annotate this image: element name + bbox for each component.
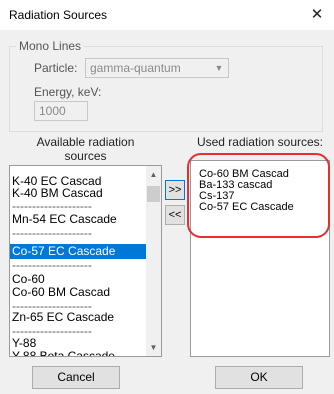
scroll-thumb[interactable] [147,186,160,202]
available-heading-line1: Available radiation [36,135,135,149]
mono-lines-legend: Mono Lines [16,39,85,53]
used-sources-list[interactable]: Co-60 BM Cascad Ba-133 cascad Cs-137 Co-… [190,160,330,357]
available-sources-heading: Available radiation sources [9,135,162,163]
particle-select[interactable]: gamma-quantum ▼ [85,58,229,78]
energy-field[interactable]: 1000 [34,101,88,121]
particle-label: Particle: [34,61,78,75]
list-item[interactable]: Zn-65 EC Cascade [12,310,142,325]
list-item[interactable]: Co-57 EC Cascade [199,202,294,213]
list-item[interactable]: Y-88 Beta Cascade [12,349,142,356]
energy-label: Energy, keV: [34,85,102,99]
scroll-down-icon[interactable]: ▼ [146,340,161,355]
ok-button[interactable]: OK [215,366,303,389]
remove-source-button[interactable]: << [165,205,185,225]
list-item[interactable]: Mn-54 EC Cascade [12,212,142,227]
window-title: Radiation Sources [9,8,108,22]
chevron-down-icon: ▼ [214,63,224,73]
particle-value: gamma-quantum [90,61,181,75]
used-sources-heading: Used radiation sources: [196,135,324,149]
list-separator: -------------------- [12,258,92,272]
vertical-scrollbar[interactable]: ▲ ▼ [146,166,161,356]
cancel-button[interactable]: Cancel [32,366,120,389]
list-separator: -------------------- [12,226,92,240]
add-source-button[interactable]: >> [165,180,185,200]
available-heading-line2: sources [64,149,107,163]
list-item-selected[interactable]: Co-57 EC Cascade [10,244,146,259]
list-item[interactable]: Co-60 BM Cascad [12,285,142,300]
scroll-up-icon[interactable]: ▲ [146,167,161,182]
close-icon[interactable]: ✕ [306,4,328,26]
available-sources-list[interactable]: K-40 EC Cascad K-40 BM Cascad ----------… [9,165,162,357]
